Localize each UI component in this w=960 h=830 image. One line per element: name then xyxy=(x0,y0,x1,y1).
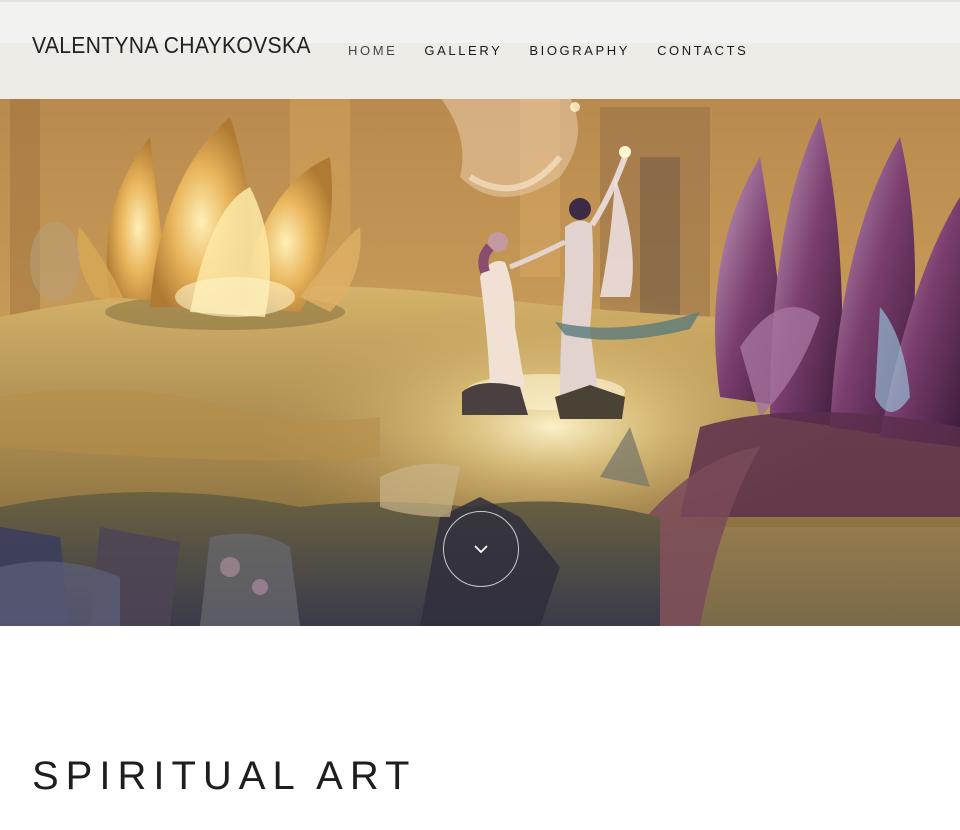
nav-contacts[interactable]: CONTACTS xyxy=(657,43,748,58)
section-heading: SPIRITUAL ART xyxy=(32,754,417,798)
site-title-link[interactable]: VALENTYNA CHAYKOVSKA xyxy=(32,32,311,59)
page: VALENTYNA CHAYKOVSKA HOME GALLERY BIOGRA… xyxy=(0,0,960,830)
site-header: VALENTYNA CHAYKOVSKA HOME GALLERY BIOGRA… xyxy=(0,0,960,99)
nav-biography[interactable]: BIOGRAPHY xyxy=(529,43,630,58)
main-nav: HOME GALLERY BIOGRAPHY CONTACTS xyxy=(348,43,775,58)
chevron-down-icon xyxy=(474,545,488,554)
content-section: SPIRITUAL ART xyxy=(0,626,960,830)
hero-painting xyxy=(0,97,960,626)
scroll-down-button[interactable] xyxy=(443,511,519,587)
nav-gallery[interactable]: GALLERY xyxy=(424,43,502,58)
nav-home[interactable]: HOME xyxy=(348,43,397,58)
